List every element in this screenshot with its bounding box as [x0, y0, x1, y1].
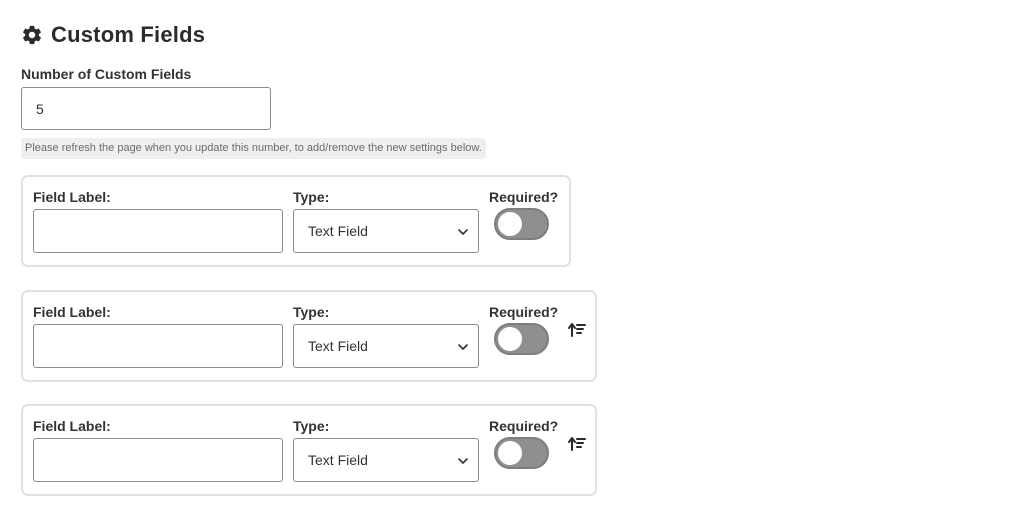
- toggle-knob: [498, 441, 522, 465]
- field-label-label: Field Label:: [33, 418, 111, 434]
- custom-fields-count-label: Number of Custom Fields: [21, 66, 192, 82]
- custom-field-card: Field Label: Type: Text Field Required?: [21, 290, 597, 382]
- custom-field-card: Field Label: Type: Text Field Required?: [21, 404, 597, 496]
- required-label: Required?: [489, 189, 559, 205]
- type-label: Type:: [293, 189, 330, 205]
- gear-icon: [23, 25, 41, 45]
- required-toggle[interactable]: [494, 437, 549, 469]
- page-header: Custom Fields: [21, 22, 205, 48]
- refresh-hint: Please refresh the page when you update …: [21, 138, 486, 159]
- custom-fields-count-input[interactable]: [21, 87, 271, 130]
- sort-ascending-icon[interactable]: [568, 322, 586, 338]
- field-label-input[interactable]: [33, 324, 283, 368]
- chevron-down-icon: [458, 458, 468, 464]
- field-label-input[interactable]: [33, 209, 283, 253]
- chevron-down-icon: [458, 229, 468, 235]
- type-select-value: Text Field: [308, 223, 368, 239]
- type-select[interactable]: Text Field: [293, 324, 479, 368]
- required-toggle[interactable]: [494, 208, 549, 240]
- type-select-value: Text Field: [308, 338, 368, 354]
- required-label: Required?: [489, 418, 559, 434]
- type-select[interactable]: Text Field: [293, 209, 479, 253]
- custom-field-card: Field Label: Type: Text Field Required?: [21, 175, 571, 267]
- field-label-label: Field Label:: [33, 189, 111, 205]
- toggle-knob: [498, 327, 522, 351]
- page-title: Custom Fields: [51, 22, 206, 47]
- required-label: Required?: [489, 304, 559, 320]
- required-toggle[interactable]: [494, 323, 549, 355]
- type-label: Type:: [293, 418, 330, 434]
- type-label: Type:: [293, 304, 330, 320]
- field-label-label: Field Label:: [33, 304, 111, 320]
- sort-ascending-icon[interactable]: [568, 436, 586, 452]
- type-select-value: Text Field: [308, 452, 368, 468]
- field-label-input[interactable]: [33, 438, 283, 482]
- chevron-down-icon: [458, 344, 468, 350]
- toggle-knob: [498, 212, 522, 236]
- type-select[interactable]: Text Field: [293, 438, 479, 482]
